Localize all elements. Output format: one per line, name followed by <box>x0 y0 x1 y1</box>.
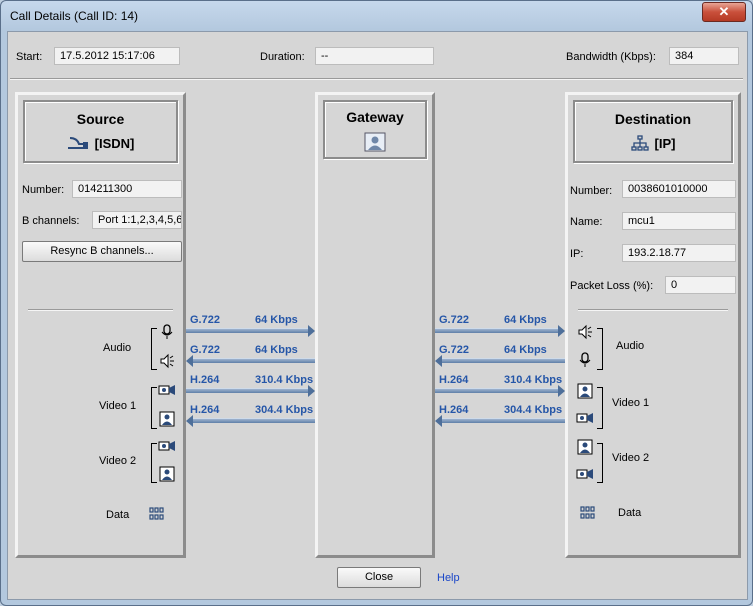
stream-codec: H.264 <box>190 374 220 386</box>
source-number-field[interactable]: 014211300 <box>72 180 182 198</box>
stream-codec: H.264 <box>190 404 220 416</box>
stream-rate: 310.4 Kbps <box>504 374 563 386</box>
stream-codec: G.722 <box>190 314 220 326</box>
source-audio-label: Audio <box>103 342 132 354</box>
camera-icon <box>576 469 593 479</box>
title-bar[interactable]: Call Details (Call ID: 14) ✕ <box>1 1 752 29</box>
bandwidth-field[interactable]: 384 <box>669 47 739 65</box>
destination-audio-bracket <box>597 328 603 370</box>
gateway-header: Gateway <box>323 100 427 159</box>
source-video2-label: Video 2 <box>99 455 137 467</box>
monitor-user-icon <box>577 383 593 399</box>
destination-title: Destination <box>614 111 692 127</box>
stream-arrow-right <box>186 325 315 337</box>
duration-label: Duration: <box>260 51 305 63</box>
source-video2-bracket <box>151 443 157 483</box>
destination-video1-bracket <box>597 387 603 429</box>
camera-icon <box>158 441 175 451</box>
destination-name-label: Name: <box>570 216 603 228</box>
speaker-icon <box>160 353 174 369</box>
monitor-user-icon <box>159 411 175 427</box>
data-grid-icon <box>580 506 595 519</box>
window-title: Call Details (Call ID: 14) <box>10 9 139 23</box>
summary-divider <box>10 78 743 80</box>
destination-ip-field[interactable]: 193.2.18.77 <box>622 244 736 262</box>
source-number-label: Number: <box>22 184 65 196</box>
source-video1-label: Video 1 <box>99 400 137 412</box>
stream-rate: 64 Kbps <box>504 314 547 326</box>
stream-arrow-right <box>435 385 565 397</box>
monitor-user-icon <box>159 466 175 482</box>
window-close-button[interactable]: ✕ <box>702 2 746 22</box>
microphone-icon <box>579 352 591 367</box>
source-audio-bracket <box>151 328 157 370</box>
source-data-label: Data <box>106 509 130 521</box>
source-bchannels-label: B channels: <box>22 215 80 227</box>
destination-panel: Destination [IP] Number: 0038601010000 N… <box>565 92 741 558</box>
source-title: Source <box>76 111 125 127</box>
packet-loss-label: Packet Loss (%): <box>570 280 654 292</box>
source-type-label: [ISDN] <box>94 136 135 151</box>
data-grid-icon <box>149 507 164 520</box>
network-icon <box>630 135 649 151</box>
stream-rate: 304.4 Kbps <box>504 404 563 416</box>
source-bchannels-field[interactable]: Port 1:1,2,3,4,5,6 <box>92 211 182 229</box>
close-button[interactable]: Close <box>337 567 421 588</box>
source-video1-bracket <box>151 387 157 429</box>
stream-arrow-left <box>435 415 565 427</box>
destination-number-label: Number: <box>570 185 613 197</box>
stream-rate: 310.4 Kbps <box>255 374 314 386</box>
camera-icon <box>576 413 593 423</box>
destination-number-field[interactable]: 0038601010000 <box>622 180 736 198</box>
destination-separator <box>578 309 728 311</box>
microphone-icon <box>161 324 173 339</box>
stream-codec: H.264 <box>439 404 469 416</box>
source-header: Source [ISDN] <box>23 100 178 163</box>
destination-audio-label: Audio <box>616 340 645 352</box>
source-type: [ISDN] <box>25 135 176 151</box>
stream-rate: 64 Kbps <box>255 344 298 356</box>
packet-loss-field[interactable]: 0 <box>665 276 736 294</box>
camera-icon <box>158 385 175 395</box>
stream-arrow-left <box>186 355 315 367</box>
stream-codec: G.722 <box>439 314 469 326</box>
stream-arrow-right <box>435 325 565 337</box>
stream-codec: H.264 <box>439 374 469 386</box>
call-details-window: Call Details (Call ID: 14) ✕ Start: 17.5… <box>0 0 753 606</box>
stream-rate: 304.4 Kbps <box>255 404 314 416</box>
stream-codec: G.722 <box>190 344 220 356</box>
destination-header: Destination [IP] <box>573 100 733 163</box>
speaker-icon <box>578 324 592 340</box>
start-label: Start: <box>16 51 43 63</box>
destination-video2-bracket <box>597 443 603 483</box>
bandwidth-label: Bandwidth (Kbps): <box>566 51 656 63</box>
stream-rate: 64 Kbps <box>504 344 547 356</box>
stream-codec: G.722 <box>439 344 469 356</box>
help-link[interactable]: Help <box>437 572 460 584</box>
duration-field[interactable]: -- <box>315 47 434 65</box>
resync-bchannels-button[interactable]: Resync B channels... <box>22 241 182 262</box>
destination-video1-label: Video 1 <box>612 397 650 409</box>
source-separator <box>28 309 173 311</box>
monitor-user-icon <box>577 439 593 455</box>
start-field[interactable]: 17.5.2012 15:17:06 <box>54 47 180 65</box>
stream-rate: 64 Kbps <box>255 314 298 326</box>
isdn-plug-icon <box>67 137 88 149</box>
gateway-panel: Gateway <box>315 92 435 558</box>
source-panel: Source [ISDN] Number: 014211300 B channe… <box>15 92 186 558</box>
dialog-client-area: Start: 17.5.2012 15:17:06 Duration: -- B… <box>7 31 748 600</box>
destination-name-field[interactable]: mcu1 <box>622 212 736 230</box>
destination-type-label: [IP] <box>654 136 676 151</box>
destination-type: [IP] <box>575 135 731 151</box>
stream-arrow-left <box>186 415 315 427</box>
destination-ip-label: IP: <box>570 248 584 260</box>
gateway-user-icon <box>364 132 386 152</box>
gateway-title: Gateway <box>346 109 404 125</box>
stream-arrow-left <box>435 355 565 367</box>
destination-data-label: Data <box>618 507 642 519</box>
destination-video2-label: Video 2 <box>612 452 650 464</box>
stream-arrow-right <box>186 385 315 397</box>
